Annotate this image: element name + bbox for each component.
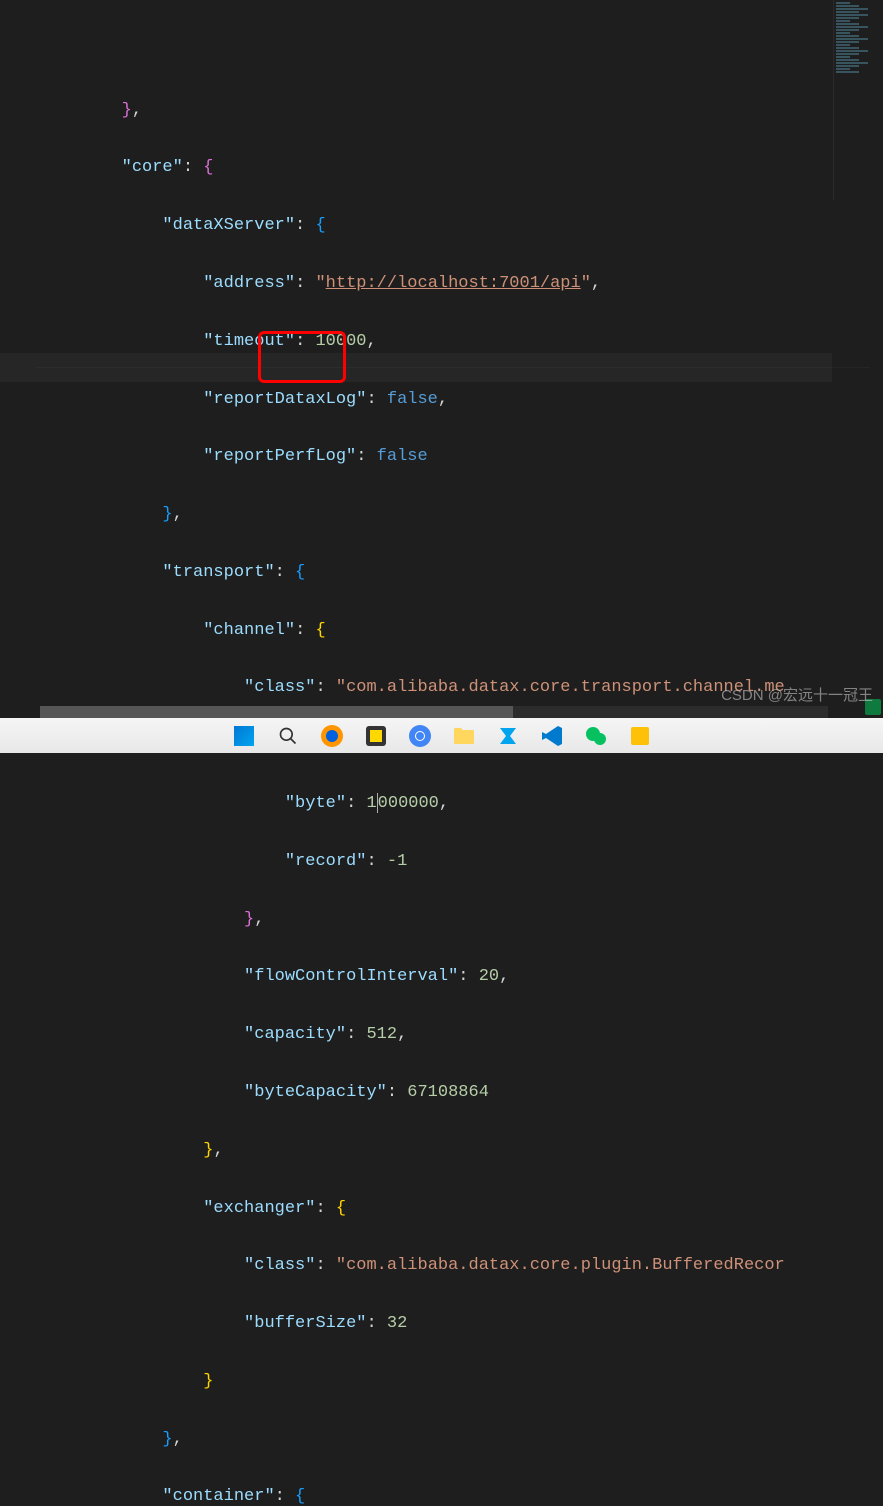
firefox-icon[interactable]	[319, 723, 345, 749]
code-line[interactable]: "class": "com.alibaba.datax.core.transpo…	[40, 674, 832, 703]
close-brace: }	[162, 505, 172, 524]
json-key: "core"	[122, 158, 183, 177]
code-line[interactable]: },	[40, 1426, 832, 1455]
code-line[interactable]: },	[40, 906, 832, 935]
close-brace: }	[162, 1430, 172, 1449]
json-key: "capacity"	[244, 1025, 346, 1044]
windows-start-icon[interactable]	[231, 723, 257, 749]
close-brace: }	[244, 910, 254, 929]
code-line[interactable]: "byteCapacity": 67108864	[40, 1079, 832, 1108]
minimap-content	[834, 0, 883, 76]
wechat-icon[interactable]	[583, 723, 609, 749]
code-line[interactable]: "class": "com.alibaba.datax.core.plugin.…	[40, 1252, 832, 1281]
code-line[interactable]: "capacity": 512,	[40, 1021, 832, 1050]
code-line[interactable]: "reportDataxLog": false,	[40, 386, 832, 415]
code-line[interactable]: "channel": {	[40, 617, 832, 646]
json-key: "byteCapacity"	[244, 1083, 387, 1102]
app-icon[interactable]	[363, 723, 389, 749]
json-string: "http://localhost:7001/api"	[315, 274, 590, 293]
json-key: "container"	[162, 1487, 274, 1506]
code-line[interactable]: "address": "http://localhost:7001/api",	[40, 270, 832, 299]
json-key: "address"	[203, 274, 295, 293]
json-key: "timeout"	[203, 332, 295, 351]
json-number: 10000	[315, 332, 366, 351]
code-line[interactable]: "exchanger": {	[40, 1195, 832, 1224]
json-string: "com.alibaba.datax.core.plugin.BufferedR…	[336, 1256, 785, 1275]
code-line[interactable]: }	[40, 1368, 832, 1397]
close-brace: }	[122, 101, 132, 120]
code-line[interactable]: "bufferSize": 32	[40, 1310, 832, 1339]
vscode-icon[interactable]	[539, 723, 565, 749]
json-key: "reportDataxLog"	[203, 390, 366, 409]
open-brace: {	[295, 1487, 305, 1506]
json-key: "flowControlInterval"	[244, 967, 458, 986]
minimap[interactable]	[833, 0, 883, 200]
code-line[interactable]: "transport": {	[40, 559, 832, 588]
horizontal-scrollbar[interactable]	[40, 706, 828, 718]
search-icon[interactable]	[275, 723, 301, 749]
code-line[interactable]: "container": {	[40, 1483, 832, 1506]
app-icon-3[interactable]	[627, 723, 653, 749]
code-line[interactable]: "byte": 1000000,	[40, 790, 832, 819]
open-brace: {	[336, 1199, 346, 1218]
open-brace: {	[315, 216, 325, 235]
file-explorer-icon[interactable]	[451, 723, 477, 749]
json-key: "channel"	[203, 621, 295, 640]
json-bool: false	[377, 447, 428, 466]
json-number: 512	[366, 1025, 397, 1044]
json-key: "record"	[285, 852, 367, 871]
json-key: "bufferSize"	[244, 1314, 366, 1333]
json-number: 1000000	[366, 794, 438, 813]
open-brace: {	[203, 158, 213, 177]
json-number: 32	[387, 1314, 407, 1333]
code-editor[interactable]: }, "core": { "dataXServer": { "address":…	[0, 0, 832, 1506]
json-number: -1	[387, 852, 407, 871]
close-brace: }	[203, 1141, 213, 1160]
close-brace: }	[203, 1372, 213, 1391]
url-link[interactable]: http://localhost:7001/api	[326, 274, 581, 293]
code-line[interactable]: },	[40, 501, 832, 530]
chrome-icon[interactable]	[407, 723, 433, 749]
code-line[interactable]: },	[40, 97, 832, 126]
code-line[interactable]: "flowControlInterval": 20,	[40, 963, 832, 992]
json-number: 67108864	[407, 1083, 489, 1102]
code-line[interactable]: "record": -1	[40, 848, 832, 877]
code-line[interactable]: "core": {	[40, 154, 832, 183]
watermark-text: CSDN @宏远十一冠王	[721, 683, 873, 709]
app-icon-2[interactable]	[495, 723, 521, 749]
code-line[interactable]: },	[40, 1137, 832, 1166]
json-key: "exchanger"	[203, 1199, 315, 1218]
json-key: "class"	[244, 1256, 315, 1275]
json-key: "reportPerfLog"	[203, 447, 356, 466]
json-key: "byte"	[285, 794, 346, 813]
code-line[interactable]: "dataXServer": {	[40, 212, 832, 241]
json-key: "class"	[244, 678, 315, 697]
json-bool: false	[387, 390, 438, 409]
json-key: "transport"	[162, 563, 274, 582]
windows-taskbar[interactable]	[0, 718, 883, 753]
scrollbar-thumb[interactable]	[40, 706, 513, 718]
code-line[interactable]: "reportPerfLog": false	[40, 443, 832, 472]
json-number: 20	[479, 967, 499, 986]
open-brace: {	[295, 563, 305, 582]
json-key: "dataXServer"	[162, 216, 295, 235]
open-brace: {	[315, 621, 325, 640]
json-string: "com.alibaba.datax.core.transport.channe…	[336, 678, 785, 697]
